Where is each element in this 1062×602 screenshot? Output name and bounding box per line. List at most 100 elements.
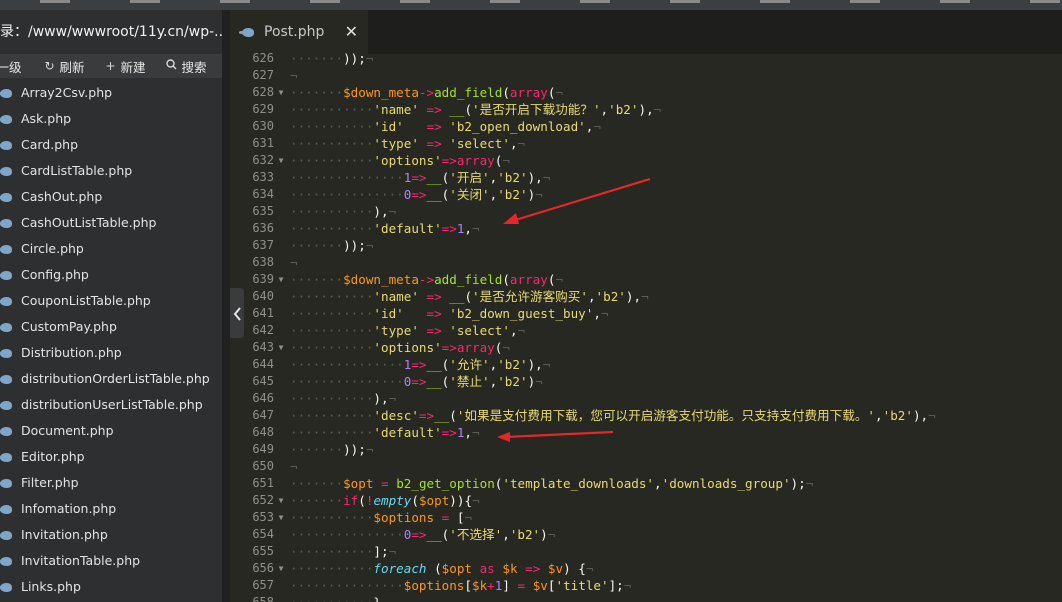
line-number: 635 [252,204,274,218]
code-line: 642 ···········'type' => 'select',¬ [230,322,1062,339]
code-token: ( [358,493,366,508]
code-token: '如果是支付费用下载，您可以开启游客支付功能。只支持支付费用下载。' [456,408,876,423]
code-line: 637 ·······));¬ [230,237,1062,254]
code-token: 'desc' [373,408,419,423]
code-token: 'b2' [497,187,528,202]
code-token: array [456,340,495,355]
code-token: 'select' [449,323,510,338]
file-item[interactable]: Card.php [0,132,222,158]
eol-marker: ¬ [464,510,473,525]
code-token: $options [403,578,465,593]
file-name: Editor.php [21,449,85,464]
fold-toggle-icon[interactable]: ▼ [274,84,288,101]
up-level-button[interactable]: 上一级 [0,57,22,76]
code-token: ) { [563,561,586,576]
file-name: Infomation.php [21,501,117,516]
file-list: Array2Csv.php Ask.php Card.php CardListTabl… [0,80,222,600]
search-button[interactable]: 搜索 [166,57,207,76]
code-text: ···········'name' => __('是否允许游客购买','b2')… [288,288,649,305]
indent-guide: ··········· [290,119,374,134]
code-line: 649 ·······));¬ [230,441,1062,458]
fold-gutter [274,135,288,152]
fold-gutter [274,322,288,339]
file-item[interactable]: CashOut.php [0,184,222,210]
code-text: ···········'name' => __('是否开启下载功能？','b2'… [288,101,661,118]
file-item[interactable]: CardListTable.php [0,158,222,184]
code-token: => [411,187,427,202]
file-item[interactable]: distributionUserListTable.php [0,392,222,418]
file-name: Document.php [21,423,114,438]
fold-gutter [274,118,288,135]
collapse-sidebar-button[interactable] [230,288,244,338]
eol-marker: ¬ [555,272,564,287]
line-number: 636 [252,221,274,235]
code-text: ·······));¬ [288,441,373,458]
code-token: = [517,578,526,593]
indent-guide: ··········· [290,204,374,219]
file-item[interactable]: Circle.php [0,236,222,262]
fold-toggle-icon[interactable]: ▼ [274,509,288,526]
file-item[interactable]: Filter.php [0,470,222,496]
eol-marker: ¬ [365,51,374,66]
file-item[interactable]: CustomPay.php [0,314,222,340]
code-token: 'b2' [882,408,913,423]
file-name: CashOut.php [21,189,103,204]
line-number: 643 [252,340,274,354]
fold-toggle-icon[interactable]: ▼ [274,152,288,169]
file-item[interactable]: Ask.php [0,106,222,132]
file-item[interactable]: Editor.php [0,444,222,470]
file-item[interactable]: InvitationTable.php [0,548,222,574]
search-icon [166,59,178,73]
tab-post-php[interactable]: Post.php ✕ [230,10,368,54]
file-item[interactable]: distributionOrderListTable.php [0,366,222,392]
indent-guide: ··············· [290,527,404,542]
fold-gutter [274,594,288,602]
code-token: $options [373,510,435,525]
code-text: ···············0=>__('不选择','b2')¬ [288,526,555,543]
code-token: -> [418,85,435,100]
code-area[interactable]: 626 ·······));¬ 627 ¬ 628 ▼ ·······$down_meta-… [230,50,1062,602]
code-line: 643 ▼ ···········'options'=>array(¬ [230,339,1062,356]
file-name: InvitationTable.php [21,553,141,568]
file-item[interactable]: Document.php [0,418,222,444]
line-number: 638 [252,255,274,269]
file-name: Config.php [21,267,89,282]
fold-toggle-icon[interactable]: ▼ [274,271,288,288]
code-text: ···········'type' => 'select',¬ [288,135,525,152]
file-item[interactable]: CashOutListTable.php [0,210,222,236]
eol-marker: ¬ [388,204,397,219]
file-item[interactable]: Invitation.php [0,522,222,548]
fold-toggle-icon[interactable]: ▼ [274,492,288,509]
file-item[interactable]: Distribution.php [0,340,222,366]
fold-gutter [274,543,288,560]
eol-marker: ¬ [585,561,594,576]
fold-toggle-icon[interactable]: ▼ [274,560,288,577]
indent-guide: ······· [290,238,344,253]
code-editor: Post.php ✕ 626 ·······));¬ 627 ¬ 628 ▼ ·······… [230,10,1062,602]
php-file-icon [0,530,12,540]
close-icon[interactable]: ✕ [345,10,358,54]
code-token: ( [502,272,510,287]
line-number: 637 [252,238,274,252]
refresh-button[interactable]: ↻ 刷新 [44,57,84,76]
indent-guide: ······· [290,493,344,508]
file-item[interactable]: Links.php [0,574,222,600]
code-token: -> [418,272,435,287]
file-item[interactable]: CouponListTable.php [0,288,222,314]
line-number: 631 [252,136,274,150]
file-item[interactable]: Infomation.php [0,496,222,522]
file-item[interactable]: Config.php [0,262,222,288]
new-button[interactable]: + 新建 [105,57,146,76]
line-number: 650 [252,459,274,473]
indent-guide: ··········· [290,561,374,576]
line-number: 647 [252,408,274,422]
file-item[interactable]: Array2Csv.php [0,80,222,106]
code-token: , [593,306,601,321]
eol-marker: ¬ [502,340,510,355]
fold-toggle-icon[interactable]: ▼ [274,339,288,356]
code-token: 'b2' [608,102,639,117]
